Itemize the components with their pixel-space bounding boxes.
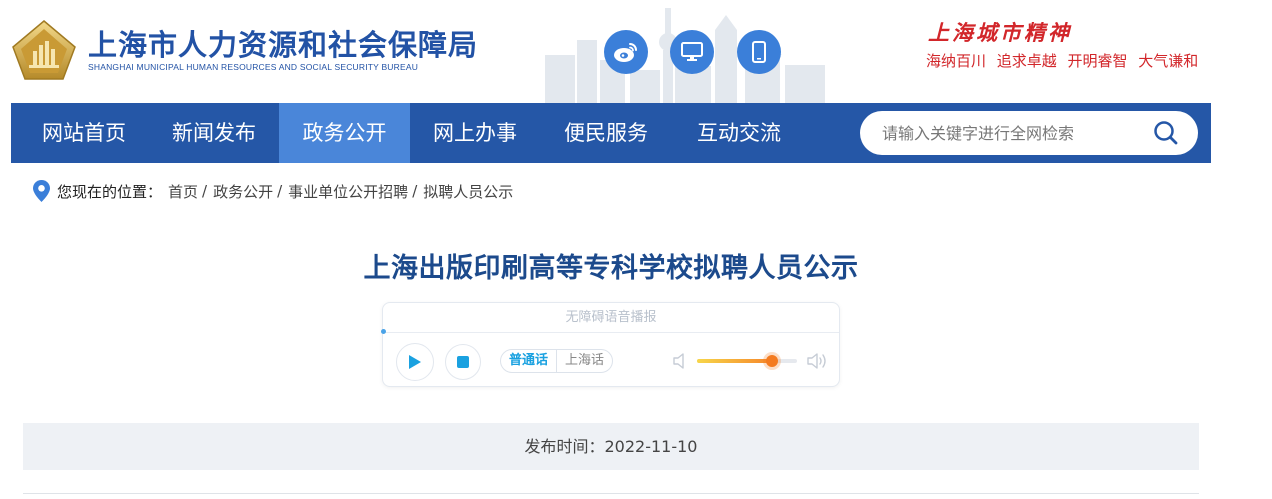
breadcrumb-separator: /	[202, 182, 208, 200]
main-nav: 网站首页 新闻发布 政务公开 网上办事 便民服务 互动交流	[11, 103, 1211, 163]
bureau-logo-icon[interactable]	[11, 19, 77, 81]
play-icon	[409, 355, 421, 369]
publish-time: 发布时间：2022-11-10	[524, 437, 698, 456]
site-title[interactable]: 上海市人力资源和社会保障局	[88, 22, 478, 64]
dialect-switch: 普通话 上海话	[500, 349, 614, 373]
volume-slider[interactable]	[697, 355, 797, 367]
stop-icon	[457, 356, 469, 368]
stop-button[interactable]	[445, 344, 481, 380]
volume-low-icon[interactable]	[672, 352, 686, 370]
publish-time-bar: 发布时间：2022-11-10	[23, 423, 1199, 470]
mobile-version-button[interactable]	[737, 30, 781, 74]
location-pin-icon	[33, 180, 50, 202]
breadcrumb-separator: /	[412, 182, 418, 200]
desktop-version-button[interactable]	[670, 30, 714, 74]
city-spirit-title: 上海城市精神	[928, 20, 1072, 45]
site-subtitle: SHANGHAI MUNICIPAL HUMAN RESOURCES AND S…	[88, 62, 419, 72]
search-input[interactable]	[882, 111, 1142, 155]
nav-item-online-services[interactable]: 网上办事	[410, 103, 540, 163]
search-box	[860, 111, 1198, 155]
volume-high-icon[interactable]	[806, 351, 828, 371]
volume-fill	[697, 359, 772, 363]
breadcrumb: 您现在的位置： 首页 / 政务公开 / 事业单位公开招聘 / 拟聘人员公示	[33, 179, 513, 203]
nav-item-news[interactable]: 新闻发布	[149, 103, 279, 163]
nav-item-government-affairs[interactable]: 政务公开	[279, 103, 410, 163]
accessibility-audio-player: 无障碍语音播报 普通话 上海话	[381, 302, 840, 387]
dialect-option-shanghainese[interactable]: 上海话	[556, 350, 612, 372]
search-button[interactable]	[1150, 119, 1182, 147]
nav-item-public-services[interactable]: 便民服务	[540, 103, 672, 163]
city-spirit-motto: 海纳百川 追求卓越 开明睿智 大气谦和	[926, 52, 1199, 70]
mobile-icon	[752, 41, 766, 63]
player-header: 无障碍语音播报	[383, 303, 839, 333]
player-progress-dot	[381, 329, 386, 334]
breadcrumb-current-page[interactable]: 拟聘人员公示	[423, 181, 513, 202]
breadcrumb-public-recruitment[interactable]: 事业单位公开招聘	[288, 181, 408, 202]
search-icon	[1154, 121, 1178, 145]
nav-item-interaction[interactable]: 互动交流	[672, 103, 806, 163]
play-button[interactable]	[396, 343, 434, 381]
weibo-button[interactable]	[604, 30, 648, 74]
nav-item-home[interactable]: 网站首页	[19, 103, 149, 163]
desktop-icon	[681, 42, 703, 61]
dialect-option-mandarin[interactable]: 普通话	[501, 350, 556, 372]
breadcrumb-separator: /	[277, 182, 283, 200]
breadcrumb-home[interactable]: 首页	[168, 181, 198, 202]
breadcrumb-label: 您现在的位置：	[57, 182, 163, 201]
site-header: 上海市人力资源和社会保障局 SHANGHAI MUNICIPAL HUMAN R…	[0, 0, 1272, 103]
weibo-icon	[614, 43, 637, 62]
article-title: 上海出版印刷高等专科学校拟聘人员公示	[363, 253, 859, 284]
content-divider	[23, 493, 1199, 494]
volume-handle[interactable]	[766, 355, 778, 367]
breadcrumb-government-affairs[interactable]: 政务公开	[213, 181, 273, 202]
